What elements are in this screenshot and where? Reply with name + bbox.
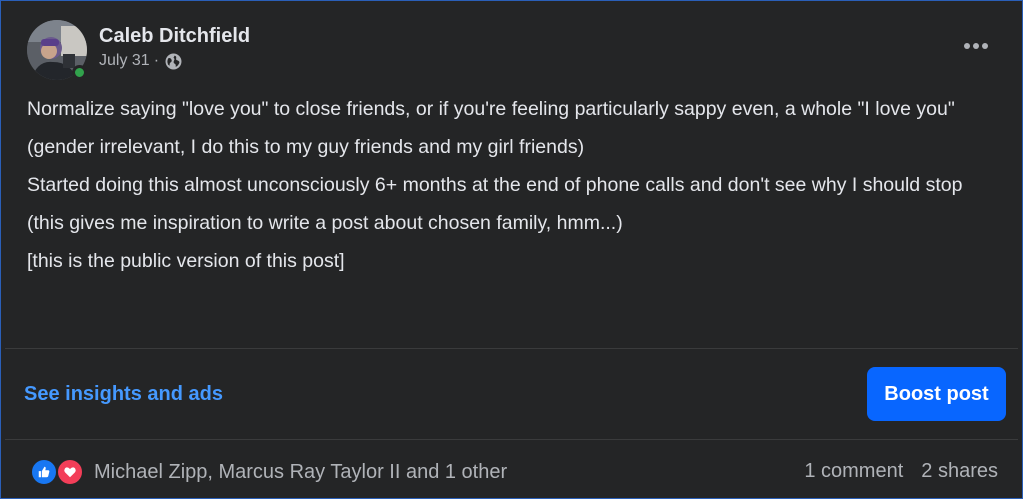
author-avatar-wrapper[interactable] (27, 20, 87, 80)
more-horizontal-icon (973, 43, 979, 49)
post-paragraph: Normalize saying "love you" to close fri… (27, 98, 955, 120)
engagement-counts: 1 comment 2 shares (804, 460, 998, 483)
meta-separator: · (153, 52, 160, 69)
online-status-dot (72, 65, 87, 80)
post-paragraph: [this is the public version of this post… (27, 250, 345, 272)
more-horizontal-icon (964, 43, 970, 49)
more-options-button[interactable] (956, 34, 996, 58)
like-icon (30, 458, 58, 486)
reaction-icons (30, 458, 88, 486)
post-header: Caleb Ditchfield July 31 · (27, 20, 996, 80)
author-name[interactable]: Caleb Ditchfield (99, 25, 250, 48)
share-count[interactable]: 2 shares (921, 460, 998, 483)
globe-icon[interactable] (165, 53, 182, 70)
reactions-summary[interactable]: Michael Zipp, Marcus Ray Taylor II and 1… (30, 458, 507, 486)
post-paragraph: (gender irrelevant, I do this to my guy … (27, 136, 585, 158)
post-paragraph: (this gives me inspiration to write a po… (27, 212, 623, 234)
post-meta: July 31 · (99, 52, 182, 70)
love-icon (56, 458, 84, 486)
post-card: Caleb Ditchfield July 31 · Normalize say… (0, 0, 1023, 499)
post-body: Normalize saying "love you" to close fri… (27, 96, 1002, 286)
more-horizontal-icon (982, 43, 988, 49)
post-paragraph: Started doing this almost unconsciously … (27, 174, 963, 196)
reactor-names[interactable]: Michael Zipp, Marcus Ray Taylor II and 1… (94, 461, 507, 484)
post-date[interactable]: July 31 (99, 52, 150, 70)
comment-count[interactable]: 1 comment (804, 460, 903, 483)
see-insights-link[interactable]: See insights and ads (24, 383, 223, 406)
divider (5, 348, 1018, 349)
boost-post-button[interactable]: Boost post (867, 367, 1006, 421)
divider (5, 439, 1018, 440)
